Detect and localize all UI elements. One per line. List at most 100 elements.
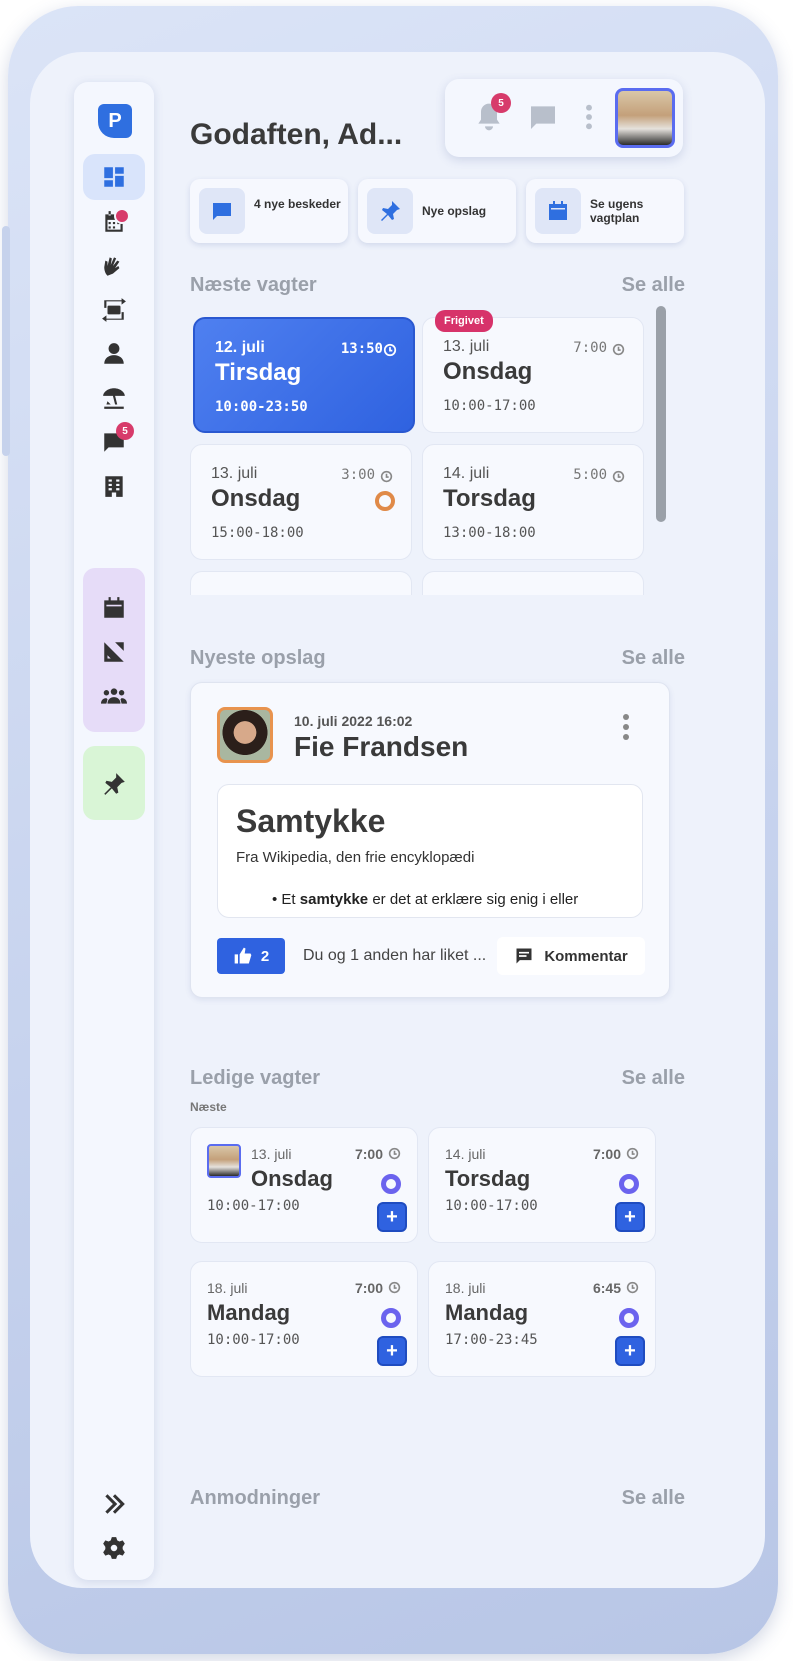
shift-time: 6:45 <box>592 1280 621 1296</box>
free-shift-card[interactable]: 18. juli 6:45 Mandag 17:00-23:45 + <box>428 1261 656 1377</box>
status-ring <box>619 1308 639 1328</box>
expand-icon[interactable] <box>94 1484 134 1524</box>
shift-hours: 10:00-17:00 <box>207 1198 300 1214</box>
like-count: 2 <box>260 947 270 965</box>
posts-title: Nyeste opslag <box>190 647 326 669</box>
shift-time: 7:00 <box>354 1280 383 1296</box>
shift-time: 13:50 <box>340 341 383 357</box>
user-avatar <box>207 1144 241 1178</box>
shift-time: 7:00 <box>592 1146 621 1162</box>
quick-label: 4 nye beskeder <box>254 197 341 211</box>
released-badge: Frigivet <box>435 310 493 332</box>
calendar-icon[interactable] <box>94 588 134 628</box>
post-menu-icon[interactable] <box>623 713 629 741</box>
post-author[interactable]: Fie Frandsen <box>294 731 468 763</box>
notification-dot <box>114 208 130 224</box>
free-shift-card[interactable]: 14. juli 7:00 Torsdag 10:00-17:00 + <box>428 1127 656 1243</box>
next-shifts-see-all[interactable]: Se alle <box>622 274 685 297</box>
vacation-icon[interactable] <box>94 378 134 418</box>
chat-icon[interactable]: 5 <box>94 422 134 462</box>
shift-hours: 10:00-17:00 <box>445 1198 538 1214</box>
hands-icon[interactable] <box>94 246 134 286</box>
shift-time: 3:00 <box>341 467 375 483</box>
comment-icon <box>516 948 532 964</box>
swap-icon[interactable] <box>94 290 134 330</box>
shift-hours: 10:00-17:00 <box>207 1332 300 1348</box>
pin-icon[interactable] <box>94 764 134 804</box>
take-shift-button[interactable]: + <box>615 1336 645 1366</box>
group-icon[interactable] <box>94 676 134 716</box>
notification-count-badge: 5 <box>491 93 511 113</box>
free-shifts-see-all[interactable]: Se alle <box>622 1067 685 1090</box>
calendar-icon <box>535 188 581 234</box>
clock-icon <box>388 1281 401 1294</box>
ruler-icon[interactable] <box>94 632 134 672</box>
gear-icon[interactable] <box>94 1528 134 1568</box>
shift-card[interactable]: 14. juli 5:00 Torsdag 13:00-18:00 <box>422 444 644 560</box>
take-shift-button[interactable]: + <box>377 1336 407 1366</box>
quick-label: Se ugens vagtplan <box>590 197 644 225</box>
shift-time: 7:00 <box>573 340 607 356</box>
requests-see-all[interactable]: Se alle <box>622 1487 685 1510</box>
shift-card[interactable]: 13. juli 3:00 Onsdag 15:00-18:00 <box>190 444 412 560</box>
clock-icon <box>612 470 625 483</box>
clock-icon <box>383 343 397 357</box>
take-shift-button[interactable]: + <box>377 1202 407 1232</box>
bullet-text: • Et <box>272 891 300 908</box>
like-button[interactable]: 2 <box>217 938 285 974</box>
next-shifts-title: Næste vagter <box>190 274 317 296</box>
quick-schedule[interactable]: Se ugens vagtplan <box>526 179 684 243</box>
shift-date: 13. juli <box>251 1146 292 1162</box>
shift-card-partial <box>190 571 412 595</box>
shift-day: Tirsdag <box>215 359 302 386</box>
shift-hours: 17:00-23:45 <box>445 1332 538 1348</box>
shift-date: 14. juli <box>445 1146 486 1162</box>
liked-by-text[interactable]: Du og 1 anden har liket ... <box>303 947 486 965</box>
shift-card[interactable]: 12. juli 13:50 Tirsdag 10:00-23:50 <box>193 317 415 433</box>
quick-messages[interactable]: 4 nye beskeder <box>190 179 348 243</box>
comment-label: Kommentar <box>544 947 628 965</box>
comment-button[interactable]: Kommentar <box>497 937 645 975</box>
free-shift-card[interactable]: 18. juli 7:00 Mandag 10:00-17:00 + <box>190 1261 418 1377</box>
clock-icon <box>612 343 625 356</box>
shift-day: Torsdag <box>443 485 536 512</box>
clock-icon <box>626 1147 639 1160</box>
bell-icon[interactable]: 5 <box>473 93 511 133</box>
status-ring <box>375 491 395 511</box>
posts-see-all[interactable]: Se alle <box>622 647 685 670</box>
quick-posts[interactable]: Nye opslag <box>358 179 516 243</box>
clock-icon <box>380 470 393 483</box>
shift-date: 18. juli <box>207 1280 248 1296</box>
chat-icon[interactable] <box>527 101 559 133</box>
shift-day: Onsdag <box>443 358 533 385</box>
greeting-title: Godaften, Ad... <box>190 118 403 151</box>
shift-day: Torsdag <box>445 1166 531 1191</box>
free-shifts-subtitle: Næste <box>190 1100 227 1114</box>
scrollbar[interactable] <box>656 306 666 522</box>
status-ring <box>381 1308 401 1328</box>
free-shift-card[interactable]: 13. juli 7:00 Onsdag 10:00-17:00 + <box>190 1127 418 1243</box>
content-bullet: • Et samtykke er det at erklære sig enig… <box>272 891 578 908</box>
shift-date: 13. juli <box>211 465 258 482</box>
building-icon[interactable] <box>94 466 134 506</box>
content-subtitle: Fra Wikipedia, den frie encyklopædi <box>236 849 475 866</box>
shift-hours: 15:00-18:00 <box>211 525 304 541</box>
shift-card-partial <box>422 571 644 595</box>
message-count-badge: 5 <box>116 422 134 440</box>
shift-day: Onsdag <box>211 485 301 512</box>
post-card: 10. juli 2022 16:02 Fie Frandsen Samtykk… <box>190 682 670 998</box>
calendar-icon[interactable] <box>94 202 134 242</box>
app-screen: P 5 Godaften, Ad... 5 4 nye beskeder Nye… <box>30 52 765 1588</box>
shift-card[interactable]: Frigivet 13. juli 7:00 Onsdag 10:00-17:0… <box>422 310 644 433</box>
app-logo[interactable]: P <box>98 104 132 138</box>
post-content[interactable]: Samtykke Fra Wikipedia, den frie encyklo… <box>217 784 643 918</box>
dashboard-icon[interactable] <box>83 154 145 200</box>
take-shift-button[interactable]: + <box>615 1202 645 1232</box>
person-icon[interactable] <box>94 334 134 374</box>
shift-hours: 10:00-23:50 <box>215 399 308 415</box>
pin-icon <box>367 188 413 234</box>
kebab-menu-icon[interactable] <box>573 101 605 133</box>
shift-day: Mandag <box>207 1300 291 1325</box>
author-avatar[interactable] <box>217 707 273 763</box>
user-avatar[interactable] <box>615 88 675 148</box>
